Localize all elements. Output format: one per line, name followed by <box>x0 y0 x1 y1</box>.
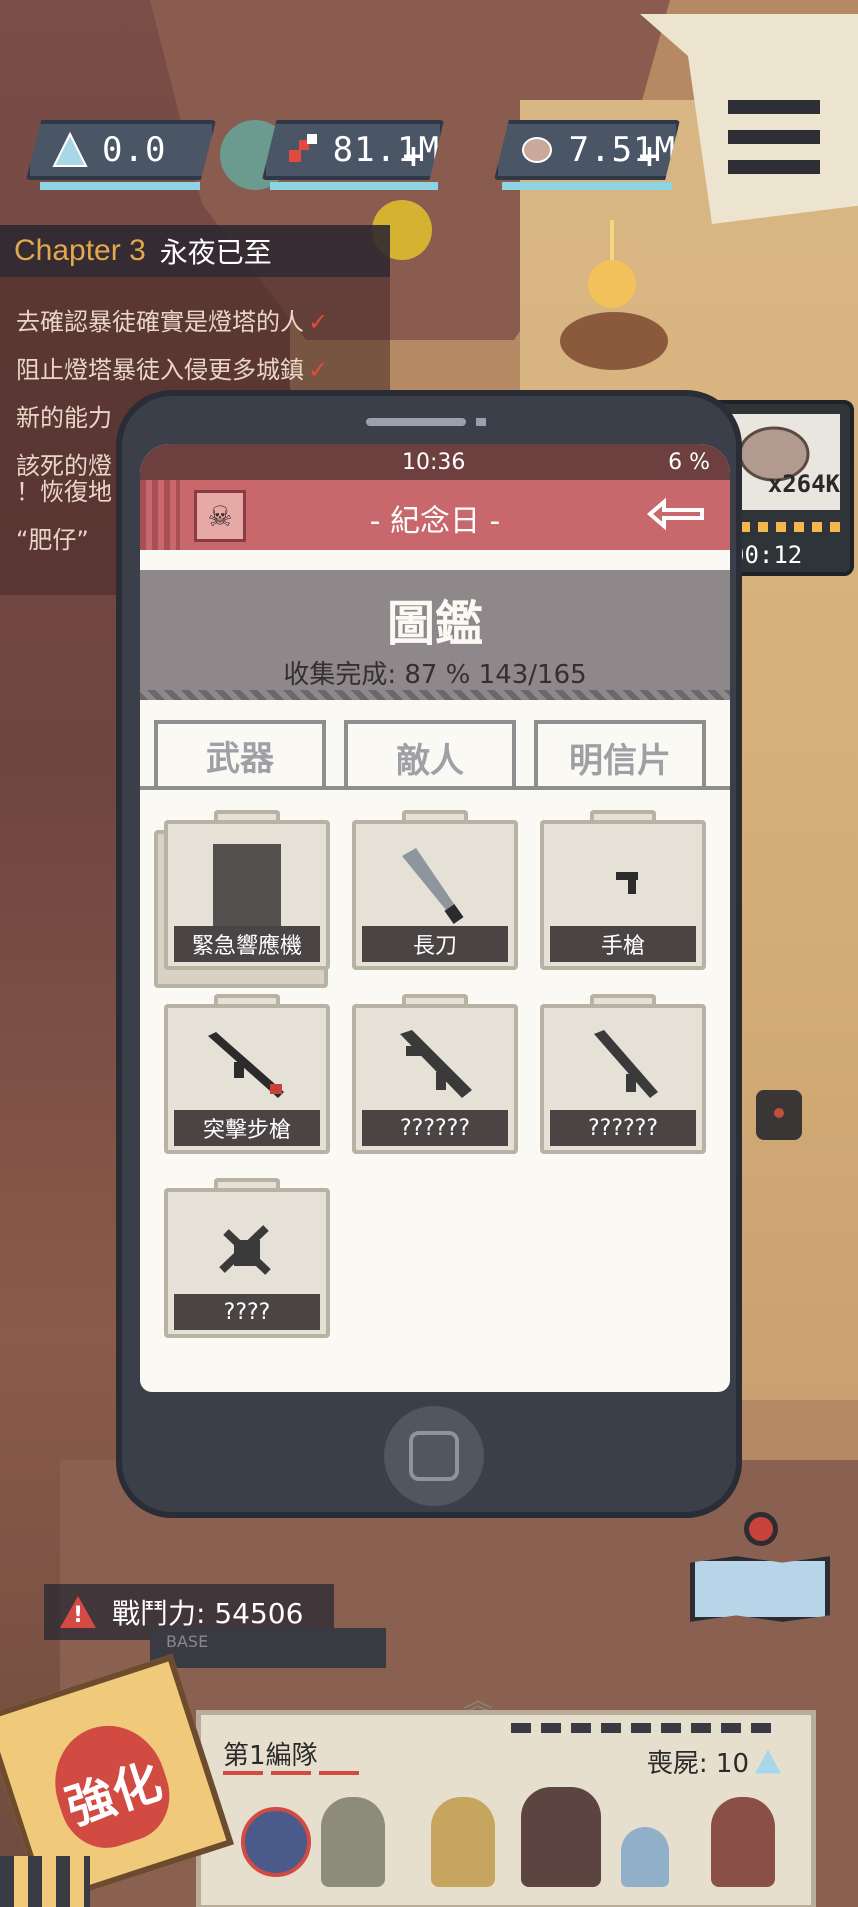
chapter-label: Chapter 3 <box>14 234 146 267</box>
quest-item: ！恢復地 <box>16 478 112 506</box>
food-plus-button[interactable]: + <box>637 139 662 174</box>
menu-icon[interactable] <box>728 100 820 174</box>
check-icon: ✓ <box>308 308 329 336</box>
phone-device: 10:36 6 % ☠ - 紀念日 - 圖鑑 收集完成: 87 % 143/16… <box>116 390 742 1518</box>
chapter-header[interactable]: Chapter 3 永夜已至 <box>0 225 390 277</box>
food-bar <box>502 182 672 190</box>
tabs-divider <box>140 786 730 790</box>
unknown-wrench-icon <box>204 1210 290 1296</box>
card-label: 長刀 <box>362 926 508 962</box>
meat-icon <box>514 126 561 174</box>
gem-plus-button[interactable]: + <box>401 139 426 174</box>
quest-item: 去確認暴徒確實是燈塔的人 ✓ <box>16 308 329 336</box>
card-label: 突擊步槍 <box>174 1110 320 1146</box>
crystal-icon <box>46 126 94 174</box>
quest-item: 新的能力 <box>16 404 112 432</box>
card-label: 緊急響應機 <box>174 926 320 962</box>
gallery-title: 圖鑑 <box>386 596 483 652</box>
weapon-card[interactable]: 突擊步槍 <box>164 994 330 1154</box>
device-icon <box>204 842 290 928</box>
tab-enemies[interactable]: 敵人 <box>344 720 516 790</box>
collection-progress: 收集完成: 87 % 143/165 <box>283 660 587 690</box>
map-button[interactable] <box>690 1512 830 1622</box>
phone-speaker <box>366 418 466 426</box>
quest-item: “肥仔” <box>16 526 89 554</box>
combat-power-text: 戰鬥力: 54506 <box>112 1597 304 1630</box>
app-title: - 紀念日 - <box>369 504 501 539</box>
assault-rifle-icon <box>204 1026 290 1112</box>
zombie-count: 喪屍: 10 <box>647 1743 781 1780</box>
reward-amount: x264K <box>767 470 840 498</box>
expand-up-icon[interactable]: ︽ <box>448 1676 508 1719</box>
corner-decor <box>0 1856 90 1907</box>
squad-member[interactable] <box>431 1797 495 1887</box>
tab-weapons[interactable]: 武器 <box>154 720 326 790</box>
squad-panel[interactable]: 第1編隊 喪屍: 10 <box>196 1710 816 1907</box>
status-battery: 6 % <box>668 450 710 475</box>
phone-camera <box>476 418 486 426</box>
card-label: ?????? <box>362 1110 508 1146</box>
warning-icon: ! <box>60 1596 96 1628</box>
quest-item: 阻止燈塔暴徒入侵更多城鎮 ✓ <box>16 356 329 384</box>
chapter-name: 永夜已至 <box>159 236 272 269</box>
squad-dash-decor <box>511 1723 771 1733</box>
squad-member[interactable] <box>521 1787 601 1887</box>
weapon-card[interactable]: 手槍 <box>540 810 706 970</box>
map-pin-icon <box>744 1512 778 1546</box>
lighthouse-lamp <box>560 220 670 370</box>
robot-unit[interactable] <box>756 1090 802 1140</box>
squad-member[interactable] <box>321 1797 385 1887</box>
squad-name: 第1編隊 <box>223 1741 318 1771</box>
gem-counter[interactable]: 81.1M + <box>262 120 444 180</box>
crystal-icon <box>755 1749 781 1774</box>
crystal-counter: 0.0 <box>26 120 216 180</box>
gallery-tabs: 武器 敵人 明信片 <box>154 720 720 790</box>
squad-name-underline <box>223 1771 363 1775</box>
weapon-card[interactable]: 緊急響應機 <box>154 810 330 988</box>
map-icon <box>690 1556 830 1622</box>
app-title-bar: ☠ - 紀念日 - <box>140 480 730 550</box>
zombie-count-text: 喪屍: 10 <box>646 1749 749 1779</box>
weapon-card[interactable]: ???? <box>164 1178 330 1338</box>
phone-screen: 10:36 6 % ☠ - 紀念日 - 圖鑑 收集完成: 87 % 143/16… <box>140 444 730 1392</box>
weapon-card[interactable]: 長刀 <box>352 810 518 970</box>
gallery-header: 圖鑑 收集完成: 87 % 143/165 <box>140 570 730 700</box>
header-divider <box>140 690 730 700</box>
tab-postcards[interactable]: 明信片 <box>534 720 706 790</box>
squad-member[interactable] <box>621 1827 669 1887</box>
squad-member[interactable] <box>711 1797 775 1887</box>
check-icon: ✓ <box>308 356 329 384</box>
home-button[interactable] <box>384 1406 484 1506</box>
weapon-card[interactable]: ?????? <box>540 994 706 1154</box>
unknown-rifle-icon <box>392 1026 478 1112</box>
base-strip: BASE <box>150 1628 386 1668</box>
unknown-rifle-icon <box>580 1026 666 1112</box>
weapon-card[interactable]: ?????? <box>352 994 518 1154</box>
card-label: 手槍 <box>550 926 696 962</box>
squad-member-selected[interactable] <box>241 1807 311 1877</box>
home-icon <box>409 1431 459 1481</box>
gem-bar <box>270 182 438 190</box>
status-time: 10:36 <box>402 450 466 475</box>
crystal-value: 0.0 <box>102 130 167 170</box>
back-arrow-icon[interactable] <box>646 496 706 532</box>
pistol-icon <box>580 842 666 928</box>
card-label: ???? <box>174 1294 320 1330</box>
gem-icon <box>282 126 325 174</box>
machete-icon <box>392 842 478 928</box>
food-counter[interactable]: 7.51M + <box>494 120 680 180</box>
crystal-bar <box>40 182 200 190</box>
card-label: ?????? <box>550 1110 696 1146</box>
status-bar: 10:36 6 % <box>140 444 730 480</box>
